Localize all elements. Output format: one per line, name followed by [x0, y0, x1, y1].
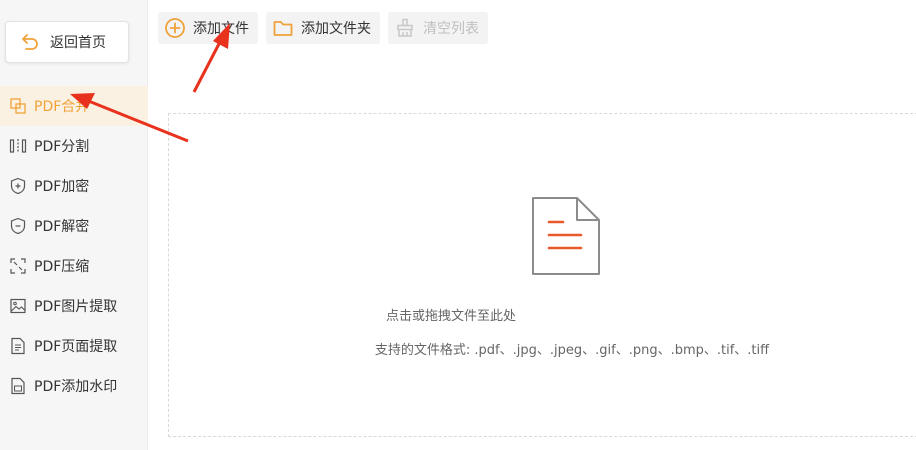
split-icon	[9, 139, 27, 153]
compress-icon	[10, 258, 26, 274]
sidebar-item-label: PDF合并	[34, 99, 90, 115]
document-icon	[532, 197, 600, 275]
supported-formats-text: 支持的文件格式: .pdf、.jpg、.jpeg、.gif、.png、.bmp、…	[374, 343, 770, 358]
shield-plus-icon	[10, 177, 26, 195]
sidebar-item-label: PDF图片提取	[34, 299, 118, 315]
sidebar-item-label: PDF解密	[34, 219, 90, 235]
broom-icon	[397, 18, 413, 37]
clear-list-label: 清空列表	[423, 21, 479, 37]
sidebar: 返回首页 PDF合并 PDF分割 PDF加密 PDF解密 PDF压缩 PDF图片…	[0, 0, 148, 450]
sidebar-item-pdf-image-extract[interactable]: PDF图片提取	[0, 286, 148, 326]
sidebar-item-label: PDF分割	[34, 139, 90, 155]
sidebar-item-pdf-page-extract[interactable]: PDF页面提取	[0, 326, 148, 366]
drop-hint-text: 点击或拖拽文件至此处	[385, 309, 516, 324]
sidebar-item-pdf-split[interactable]: PDF分割	[0, 126, 148, 166]
sidebar-nav: PDF合并 PDF分割 PDF加密 PDF解密 PDF压缩 PDF图片提取 PD…	[0, 86, 148, 406]
back-arrow-icon	[22, 34, 38, 50]
sidebar-item-pdf-decrypt[interactable]: PDF解密	[0, 206, 148, 246]
watermark-icon	[11, 377, 25, 395]
back-home-label: 返回首页	[50, 35, 106, 51]
add-folder-button[interactable]: 添加文件夹	[266, 12, 380, 44]
sidebar-item-label: PDF加密	[34, 179, 90, 195]
sidebar-item-pdf-merge[interactable]: PDF合并	[0, 86, 148, 126]
clear-list-button[interactable]: 清空列表	[388, 12, 488, 44]
add-folder-label: 添加文件夹	[301, 21, 371, 37]
sidebar-item-label: PDF页面提取	[34, 339, 118, 355]
sidebar-item-pdf-encrypt[interactable]: PDF加密	[0, 166, 148, 206]
sidebar-item-pdf-watermark[interactable]: PDF添加水印	[0, 366, 148, 406]
add-file-button[interactable]: 添加文件	[158, 12, 258, 44]
toolbar: 添加文件 添加文件夹 清空列表	[158, 12, 488, 44]
merge-icon	[10, 98, 26, 114]
image-icon	[10, 298, 26, 314]
sidebar-item-label: PDF添加水印	[34, 379, 118, 395]
shield-minus-icon	[10, 217, 26, 235]
plus-circle-icon	[165, 18, 185, 38]
back-home-button[interactable]: 返回首页	[5, 21, 129, 63]
page-icon	[11, 337, 25, 355]
sidebar-item-label: PDF压缩	[34, 259, 90, 275]
folder-icon	[273, 21, 293, 36]
sidebar-item-pdf-compress[interactable]: PDF压缩	[0, 246, 148, 286]
file-drop-zone[interactable]	[168, 113, 916, 437]
add-file-label: 添加文件	[193, 21, 249, 37]
